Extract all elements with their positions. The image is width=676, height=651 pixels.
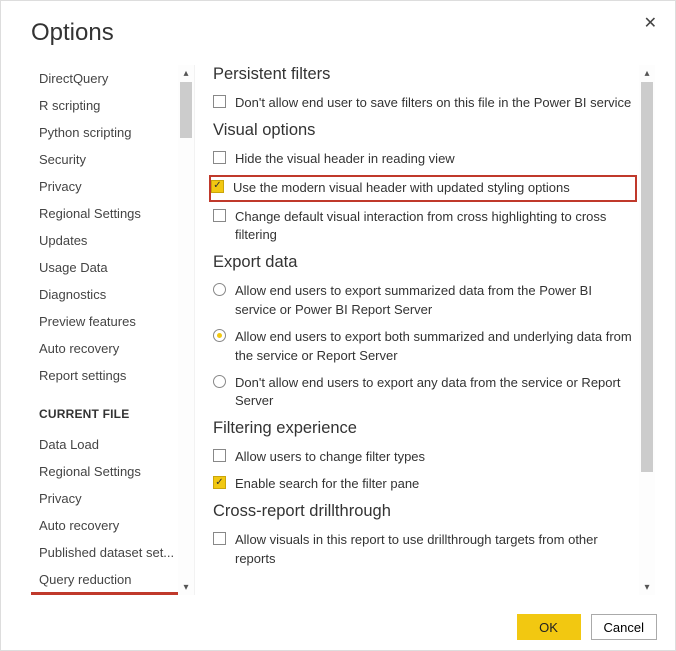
sidebar-item[interactable]: R scripting [31, 92, 194, 119]
close-icon[interactable]: ✕ [644, 13, 657, 33]
option-label: Allow visuals in this report to use dril… [235, 531, 635, 569]
option-row: Allow users to change filter types [213, 448, 635, 467]
checkbox[interactable] [213, 209, 226, 222]
sidebar-item[interactable]: Report settings [31, 362, 194, 389]
checkbox[interactable] [213, 95, 226, 108]
option-row: Change default visual interaction from c… [213, 208, 635, 246]
option-row: Use the modern visual header with update… [211, 177, 635, 200]
section-title: Cross-report drillthrough [213, 502, 635, 521]
radio[interactable] [213, 283, 226, 296]
option-label: Hide the visual header in reading view [235, 150, 635, 169]
scroll-up-icon[interactable]: ▴ [639, 65, 655, 81]
sidebar-item[interactable]: Data Load [31, 431, 194, 458]
option-label: Change default visual interaction from c… [235, 208, 635, 246]
option-label: Don't allow end user to save filters on … [235, 94, 635, 113]
page-title: Options [31, 19, 655, 47]
sidebar-item[interactable]: Auto recovery [31, 512, 194, 539]
sidebar-item[interactable]: Preview features [31, 308, 194, 335]
option-row: Hide the visual header in reading view [213, 150, 635, 169]
option-row: Don't allow end user to save filters on … [213, 94, 635, 113]
option-row: Enable search for the filter pane [213, 475, 635, 494]
sidebar-item[interactable]: Usage Data [31, 254, 194, 281]
option-label: Allow end users to export both summarize… [235, 328, 635, 366]
checkbox[interactable] [213, 449, 226, 462]
sidebar-item[interactable]: Report settings [31, 593, 194, 595]
section-title: Visual options [213, 121, 635, 140]
sidebar-item[interactable]: Privacy [31, 485, 194, 512]
current-file-header: CURRENT FILE [31, 389, 194, 431]
section-title: Export data [213, 253, 635, 272]
scroll-thumb[interactable] [180, 82, 192, 138]
sidebar-item[interactable]: Regional Settings [31, 200, 194, 227]
section-title: Persistent filters [213, 65, 635, 84]
option-label: Use the modern visual header with update… [233, 179, 631, 198]
sidebar-item[interactable]: Published dataset set... [31, 539, 194, 566]
sidebar-item[interactable]: Auto recovery [31, 335, 194, 362]
cancel-button[interactable]: Cancel [591, 614, 657, 640]
sidebar-item[interactable]: Diagnostics [31, 281, 194, 308]
scroll-down-icon[interactable]: ▾ [639, 579, 655, 595]
checkbox[interactable] [211, 180, 224, 193]
option-row: Don't allow end users to export any data… [213, 374, 635, 412]
scroll-down-icon[interactable]: ▾ [178, 579, 194, 595]
section-title: Filtering experience [213, 419, 635, 438]
sidebar-item[interactable]: Updates [31, 227, 194, 254]
checkbox[interactable] [213, 151, 226, 164]
radio[interactable] [213, 375, 226, 388]
sidebar-item[interactable]: Regional Settings [31, 458, 194, 485]
option-row: Allow end users to export both summarize… [213, 328, 635, 366]
option-label: Allow end users to export summarized dat… [235, 282, 635, 320]
sidebar-item[interactable]: Privacy [31, 173, 194, 200]
option-row: Allow end users to export summarized dat… [213, 282, 635, 320]
ok-button[interactable]: OK [517, 614, 581, 640]
content-pane: Persistent filters Don't allow end user t… [195, 65, 655, 595]
checkbox[interactable] [213, 532, 226, 545]
sidebar-item[interactable]: Query reduction [31, 566, 194, 593]
checkbox[interactable] [213, 476, 226, 489]
sidebar-scrollbar[interactable]: ▴ ▾ [178, 65, 194, 595]
dialog-body: DirectQueryR scriptingPython scriptingSe… [31, 65, 655, 595]
option-label: Don't allow end users to export any data… [235, 374, 635, 412]
content-scrollbar[interactable]: ▴ ▾ [639, 65, 655, 595]
option-label: Allow users to change filter types [235, 448, 635, 467]
sidebar: DirectQueryR scriptingPython scriptingSe… [31, 65, 195, 595]
option-label: Enable search for the filter pane [235, 475, 635, 494]
sidebar-item[interactable]: Security [31, 146, 194, 173]
scroll-thumb[interactable] [641, 82, 653, 472]
sidebar-scroll: DirectQueryR scriptingPython scriptingSe… [31, 65, 194, 595]
option-row: Allow visuals in this report to use dril… [213, 531, 635, 569]
dialog-footer: OK Cancel [517, 614, 657, 640]
scroll-up-icon[interactable]: ▴ [178, 65, 194, 81]
radio[interactable] [213, 329, 226, 342]
sidebar-item[interactable]: DirectQuery [31, 65, 194, 92]
sidebar-item[interactable]: Python scripting [31, 119, 194, 146]
